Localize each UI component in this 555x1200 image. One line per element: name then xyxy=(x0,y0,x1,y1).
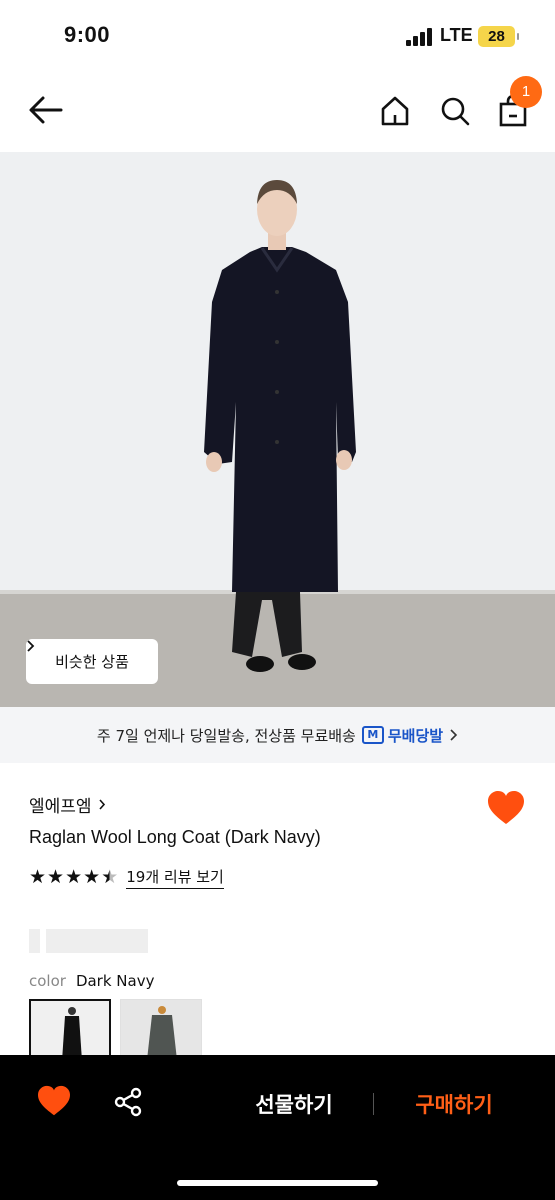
thumbnail-image xyxy=(31,1001,109,1057)
truck-icon: M xyxy=(361,726,384,744)
star-icon: ★ xyxy=(83,866,101,888)
color-label: color xyxy=(29,972,66,990)
share-icon xyxy=(114,1087,142,1117)
price-placeholder xyxy=(29,929,40,953)
like-button[interactable] xyxy=(486,790,526,826)
bottom-action-bar: 선물하기 구매하기 xyxy=(0,1055,555,1200)
star-icon: ★ xyxy=(65,866,83,888)
heart-icon xyxy=(488,791,524,824)
network-label: LTE xyxy=(440,25,473,45)
gift-button[interactable]: 선물하기 xyxy=(232,1087,356,1123)
review-link[interactable]: 19개 리뷰 보기 xyxy=(126,866,224,889)
half-star-icon: ★ xyxy=(101,866,119,888)
chevron-right-icon xyxy=(98,799,105,810)
cart-count-badge: 1 xyxy=(510,76,542,108)
product-image[interactable]: 비슷한 상품 xyxy=(0,152,555,707)
star-icon: ★ xyxy=(29,866,47,888)
home-indicator xyxy=(177,1180,378,1186)
color-value: Dark Navy xyxy=(75,972,155,990)
heart-icon xyxy=(38,1085,70,1116)
similar-products-label: 비슷한 상품 xyxy=(55,653,129,671)
star-icon: ★ xyxy=(47,866,65,888)
arrow-left-icon xyxy=(29,96,63,124)
shipping-brand-tag: M 무배당발 xyxy=(361,725,444,746)
wishlist-button[interactable] xyxy=(36,1085,74,1119)
price-placeholder xyxy=(46,929,148,953)
brand-name: 엘에프엠 xyxy=(29,797,92,817)
search-icon xyxy=(441,97,470,126)
divider xyxy=(373,1093,374,1115)
color-option-dark-navy[interactable] xyxy=(29,999,111,1059)
shipping-banner[interactable]: 주 7일 언제나 당일발송, 전상품 무료배송 M 무배당발 xyxy=(0,707,555,763)
share-button[interactable] xyxy=(112,1086,144,1118)
shipping-text: 주 7일 언제나 당일발송, 전상품 무료배송 xyxy=(96,726,356,745)
top-nav xyxy=(0,72,555,152)
product-title: Raglan Wool Long Coat (Dark Navy) xyxy=(29,827,321,847)
rating-row: ★ ★ ★ ★ ★ 19개 리뷰 보기 xyxy=(29,866,224,889)
back-button[interactable] xyxy=(24,90,68,130)
chevron-right-icon xyxy=(27,640,35,652)
battery-icon: 28 xyxy=(478,26,519,47)
chevron-right-icon xyxy=(450,729,458,741)
color-option-gray[interactable] xyxy=(120,999,202,1059)
status-time: 9:00 xyxy=(64,22,111,47)
home-icon xyxy=(381,96,409,126)
home-button[interactable] xyxy=(374,90,416,132)
model-photo xyxy=(0,152,555,707)
rating-stars: ★ ★ ★ ★ ★ xyxy=(29,868,118,887)
similar-products-button[interactable]: 비슷한 상품 xyxy=(26,639,158,684)
signal-icon xyxy=(406,28,434,46)
brand-link[interactable]: 엘에프엠 xyxy=(29,792,106,817)
status-bar: 9:00 LTE 28 xyxy=(0,0,555,72)
shipping-brand: 무배당발 xyxy=(387,726,444,745)
thumbnail-image xyxy=(121,1000,201,1058)
search-button[interactable] xyxy=(434,90,476,132)
buy-button[interactable]: 구매하기 xyxy=(392,1087,516,1123)
color-row: color Dark Navy xyxy=(29,972,154,990)
